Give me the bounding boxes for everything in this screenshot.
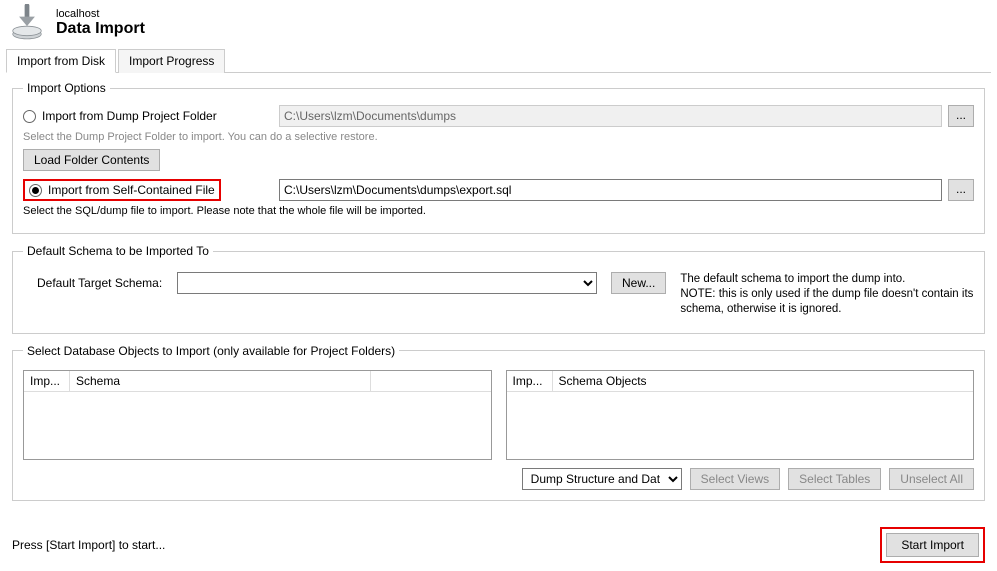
- load-folder-contents-button[interactable]: Load Folder Contents: [23, 149, 160, 171]
- start-import-highlight: Start Import: [880, 527, 985, 563]
- default-schema-note: The default schema to import the dump in…: [680, 272, 974, 317]
- select-tables-button[interactable]: Select Tables: [788, 468, 881, 490]
- default-target-schema-label: Default Target Schema:: [23, 272, 163, 290]
- browse-folder-button[interactable]: ...: [948, 105, 974, 127]
- schema-grid-col-schema: Schema: [70, 371, 371, 391]
- objects-grid-col-objects: Schema Objects: [553, 371, 974, 391]
- default-target-schema-select[interactable]: [177, 272, 597, 294]
- self-contained-file-path-input[interactable]: [279, 179, 942, 201]
- project-folder-hint: Select the Dump Project Folder to import…: [23, 131, 974, 143]
- select-views-button[interactable]: Select Views: [690, 468, 780, 490]
- objects-grid[interactable]: Imp... Schema Objects: [506, 370, 975, 460]
- default-schema-group: Default Schema to be Imported To Default…: [12, 244, 985, 334]
- tab-import-progress[interactable]: Import Progress: [118, 49, 225, 73]
- radio-project-folder-label: Import from Dump Project Folder: [42, 109, 217, 123]
- dump-mode-select[interactable]: Dump Structure and Dat: [522, 468, 682, 490]
- default-schema-legend: Default Schema to be Imported To: [23, 244, 213, 258]
- tabs: Import from Disk Import Progress: [6, 48, 991, 73]
- radio-project-folder[interactable]: [23, 110, 36, 123]
- project-folder-path-input[interactable]: [279, 105, 942, 127]
- data-import-icon: [8, 4, 46, 42]
- connection-host: localhost: [56, 8, 145, 20]
- browse-file-button[interactable]: ...: [948, 179, 974, 201]
- radio-self-contained-file[interactable]: [29, 184, 42, 197]
- self-contained-highlight: Import from Self-Contained File: [23, 179, 221, 201]
- import-options-legend: Import Options: [23, 81, 110, 95]
- self-contained-file-hint: Select the SQL/dump file to import. Plea…: [23, 205, 974, 217]
- import-options-group: Import Options Import from Dump Project …: [12, 81, 985, 234]
- new-schema-button[interactable]: New...: [611, 272, 666, 294]
- header: localhost Data Import: [0, 0, 997, 48]
- objects-grid-col-imp: Imp...: [507, 371, 553, 391]
- select-objects-group: Select Database Objects to Import (only …: [12, 344, 985, 501]
- schema-grid-col-spacer: [371, 371, 491, 391]
- status-text: Press [Start Import] to start...: [12, 538, 165, 552]
- start-import-button[interactable]: Start Import: [886, 533, 979, 557]
- tab-import-from-disk[interactable]: Import from Disk: [6, 49, 116, 73]
- schema-grid[interactable]: Imp... Schema: [23, 370, 492, 460]
- page-title: Data Import: [56, 20, 145, 38]
- select-objects-legend: Select Database Objects to Import (only …: [23, 344, 399, 358]
- schema-grid-col-imp: Imp...: [24, 371, 70, 391]
- unselect-all-button[interactable]: Unselect All: [889, 468, 974, 490]
- radio-self-contained-file-label: Import from Self-Contained File: [48, 183, 215, 197]
